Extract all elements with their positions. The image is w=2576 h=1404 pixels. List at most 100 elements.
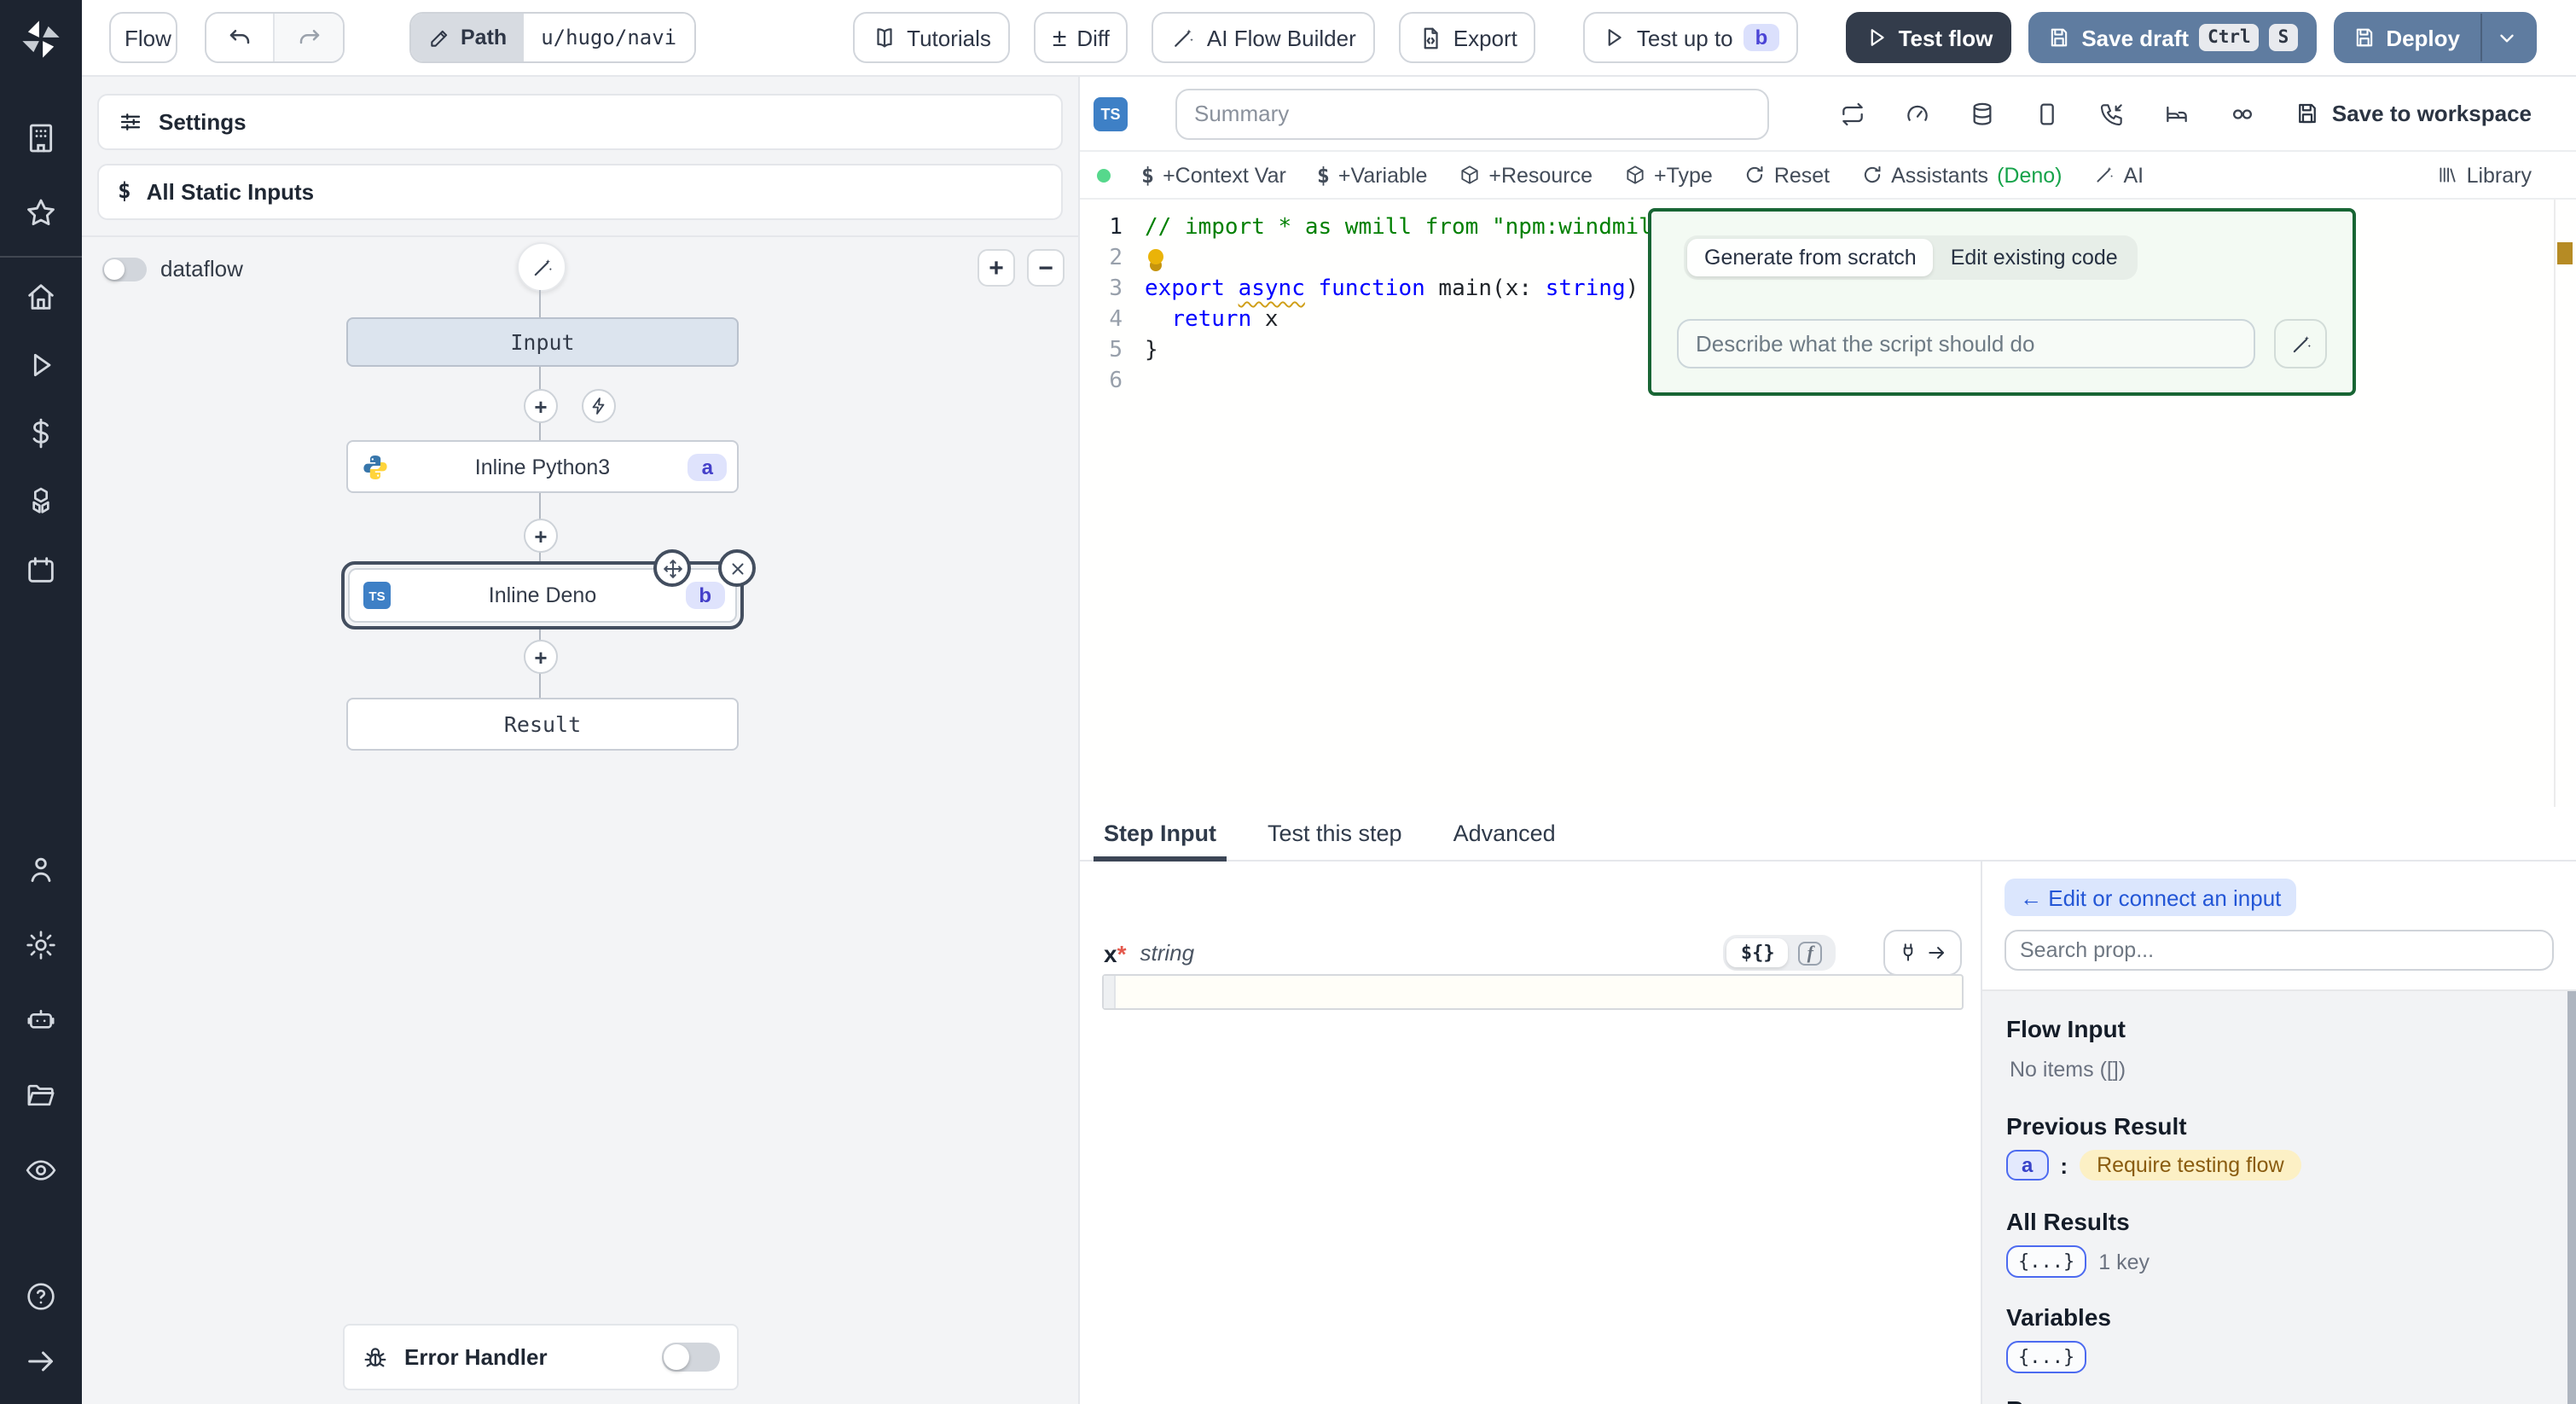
path-value[interactable]: u/hugo/navi bbox=[524, 14, 693, 61]
add-variable-button[interactable]: $ +Variable bbox=[1317, 162, 1428, 188]
test-up-to-button[interactable]: Test up to b bbox=[1584, 12, 1798, 63]
code-editor[interactable]: 1// import * as wmill from "npm:windmill… bbox=[1080, 200, 2576, 807]
audit-eye-icon[interactable] bbox=[0, 1145, 82, 1196]
save-draft-button[interactable]: Save draft Ctrl S bbox=[2028, 12, 2316, 63]
props-scrollbar[interactable] bbox=[2567, 991, 2576, 1404]
node-badge-b: b bbox=[685, 582, 725, 609]
library-icon bbox=[2436, 164, 2458, 186]
suspend-phone-icon[interactable] bbox=[2098, 100, 2126, 127]
prev-result-badge-a[interactable]: a bbox=[2006, 1150, 2048, 1181]
field-value-input[interactable] bbox=[1102, 974, 1964, 1010]
path-label[interactable]: Path bbox=[411, 14, 524, 61]
summary-input[interactable] bbox=[1175, 88, 1769, 139]
chevron-down-icon[interactable] bbox=[2496, 26, 2518, 49]
deploy-button[interactable]: Deploy bbox=[2333, 12, 2537, 63]
move-node-handle[interactable] bbox=[653, 549, 691, 587]
user-icon[interactable] bbox=[0, 844, 82, 896]
step-badge-b: b bbox=[1743, 24, 1780, 51]
add-step-button[interactable]: + bbox=[524, 640, 558, 674]
retries-repeat-icon[interactable] bbox=[1839, 100, 1866, 127]
edit-or-connect-button[interactable]: ← Edit or connect an input bbox=[2005, 879, 2296, 916]
add-context-var-button[interactable]: $ +Context Var bbox=[1141, 162, 1286, 188]
arrow-right-icon bbox=[1926, 942, 1948, 964]
windmill-logo-icon[interactable] bbox=[19, 17, 63, 61]
save-to-workspace-button[interactable]: Save to workspace bbox=[2295, 101, 2532, 126]
add-step-button[interactable]: + bbox=[524, 389, 558, 423]
package-icon bbox=[1623, 164, 1645, 186]
tab-advanced[interactable]: Advanced bbox=[1453, 807, 1556, 860]
variables-dollar-icon[interactable] bbox=[0, 408, 82, 459]
search-prop-input[interactable] bbox=[2005, 930, 2554, 971]
sidebar-divider bbox=[0, 256, 82, 258]
add-step-button[interactable]: + bbox=[524, 519, 558, 553]
test-flow-button[interactable]: Test flow bbox=[1846, 12, 2012, 63]
schedules-calendar-icon[interactable] bbox=[0, 544, 82, 595]
flow-kind-button[interactable]: Flow bbox=[109, 12, 177, 63]
workers-robot-icon[interactable] bbox=[0, 995, 82, 1046]
collapse-arrow-right-icon[interactable] bbox=[0, 1336, 82, 1387]
ai-flow-builder-button[interactable]: AI Flow Builder bbox=[1152, 12, 1375, 63]
ai-wand-button[interactable] bbox=[517, 242, 566, 292]
template-mode-button[interactable]: ${} bbox=[1727, 938, 1789, 967]
ai-prompt-input[interactable] bbox=[1677, 319, 2255, 368]
tutorials-button[interactable]: Tutorials bbox=[852, 12, 1010, 63]
all-static-inputs-button[interactable]: $ All Static Inputs bbox=[97, 164, 1063, 220]
home-icon[interactable] bbox=[0, 271, 82, 322]
flow-settings-button[interactable]: Settings bbox=[97, 94, 1063, 150]
field-value-editor[interactable] bbox=[1116, 976, 1962, 1008]
assistants-button[interactable]: Assistants (Deno) bbox=[1860, 163, 2062, 187]
reset-icon bbox=[1743, 164, 1766, 186]
editor-overview-ruler[interactable] bbox=[2554, 200, 2576, 807]
step-input-section: x* string ${} f bbox=[1080, 862, 1981, 1404]
tab-step-input[interactable]: Step Input bbox=[1104, 807, 1216, 860]
lightbulb-icon[interactable] bbox=[1148, 249, 1163, 264]
flow-node-input[interactable]: Input bbox=[346, 317, 739, 367]
add-resource-button[interactable]: +Resource bbox=[1458, 163, 1593, 187]
flow-node-result[interactable]: Result bbox=[346, 698, 739, 751]
sleep-bed-icon[interactable] bbox=[2163, 100, 2190, 127]
delete-node-button[interactable] bbox=[718, 549, 756, 587]
reset-button[interactable]: Reset bbox=[1743, 163, 1830, 187]
undo-button[interactable] bbox=[206, 14, 275, 61]
ai-generate-button[interactable] bbox=[2274, 319, 2327, 368]
settings-gear-icon[interactable] bbox=[0, 920, 82, 971]
all-results-meta: 1 key bbox=[2098, 1250, 2150, 1273]
add-type-button[interactable]: +Type bbox=[1623, 163, 1713, 187]
topbar: Flow Path u/hugo/navi Tutorials ± Diff bbox=[82, 0, 2576, 77]
connect-input-button[interactable] bbox=[1883, 930, 1962, 976]
early-stop-gauge-icon[interactable] bbox=[1904, 100, 1931, 127]
field-type: string bbox=[1140, 940, 1195, 966]
flow-node-python[interactable]: Inline Python3 a bbox=[346, 440, 739, 493]
help-icon[interactable] bbox=[0, 1271, 82, 1322]
function-mode-button[interactable]: f bbox=[1789, 938, 1832, 967]
variables-object-badge[interactable]: {...} bbox=[2006, 1341, 2086, 1373]
tab-test-this-step[interactable]: Test this step bbox=[1268, 807, 1402, 860]
concurrency-icon[interactable] bbox=[2228, 100, 2257, 127]
favorites-star-icon[interactable] bbox=[0, 188, 82, 239]
cache-database-icon[interactable] bbox=[1969, 100, 1996, 127]
error-handler-row[interactable]: Error Handler bbox=[343, 1324, 739, 1390]
edit-existing-code-tab[interactable]: Edit existing code bbox=[1934, 239, 2135, 276]
dataflow-toggle[interactable] bbox=[102, 257, 147, 281]
diff-button[interactable]: ± Diff bbox=[1034, 12, 1128, 63]
runs-play-icon[interactable] bbox=[0, 339, 82, 391]
arrows-move-icon bbox=[661, 557, 683, 579]
redo-button[interactable] bbox=[275, 14, 343, 61]
all-results-object-badge[interactable]: {...} bbox=[2006, 1245, 2086, 1278]
mock-square-icon[interactable] bbox=[2034, 100, 2061, 127]
all-results-title: All Results bbox=[2006, 1208, 2130, 1235]
workspace-building-icon[interactable] bbox=[0, 113, 82, 164]
panel-divider bbox=[82, 235, 1078, 237]
resources-cubes-icon[interactable] bbox=[0, 476, 82, 527]
path-control[interactable]: Path u/hugo/navi bbox=[409, 12, 695, 63]
error-handler-toggle[interactable] bbox=[662, 1343, 720, 1372]
generate-from-scratch-tab[interactable]: Generate from scratch bbox=[1687, 239, 1934, 276]
folders-icon[interactable] bbox=[0, 1070, 82, 1121]
zoom-in-button[interactable]: + bbox=[978, 249, 1015, 287]
zoom-out-button[interactable]: − bbox=[1027, 249, 1065, 287]
export-button[interactable]: Export bbox=[1399, 12, 1536, 63]
ai-button[interactable]: AI bbox=[2093, 163, 2144, 187]
trigger-bolt-button[interactable] bbox=[582, 389, 616, 423]
prev-result-value[interactable]: Require testing flow bbox=[2080, 1150, 2301, 1181]
library-button[interactable]: Library bbox=[2436, 163, 2532, 187]
